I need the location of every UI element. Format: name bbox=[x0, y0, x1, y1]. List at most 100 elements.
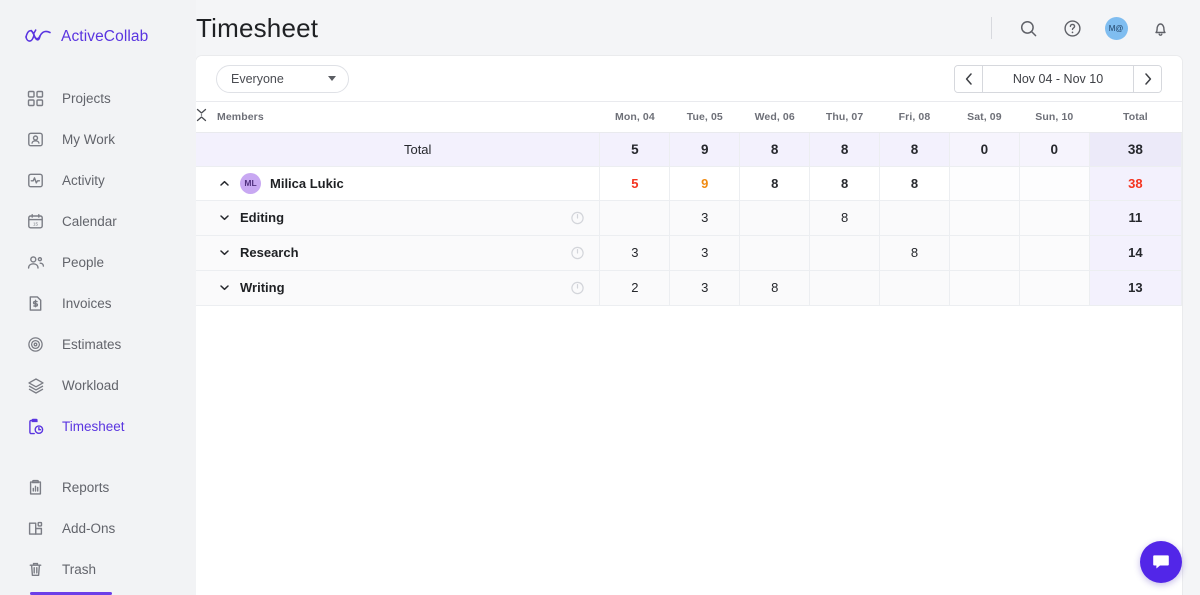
time-cell[interactable] bbox=[949, 270, 1020, 306]
invoice-icon bbox=[26, 294, 45, 313]
time-cell[interactable] bbox=[949, 166, 1020, 201]
sidebar-item-trash[interactable]: Trash bbox=[0, 549, 196, 590]
sidebar-item-people[interactable]: People bbox=[0, 242, 196, 283]
sidebar-item-activity[interactable]: Activity bbox=[0, 160, 196, 201]
time-cell[interactable]: 0 bbox=[949, 132, 1020, 167]
time-value: 3 bbox=[701, 280, 709, 295]
search-icon[interactable] bbox=[1011, 11, 1045, 45]
time-value: 8 bbox=[840, 175, 849, 191]
time-cell[interactable]: 3 bbox=[669, 200, 741, 236]
time-value: 8 bbox=[910, 245, 919, 260]
time-cell[interactable]: 9 bbox=[669, 166, 741, 201]
timesheet-card: Everyone Nov 04 - Nov 10 Members Mon, 04… bbox=[196, 56, 1182, 595]
sidebar-item-timesheet[interactable]: Timesheet bbox=[0, 406, 196, 447]
time-cell[interactable] bbox=[599, 200, 671, 236]
chevron-up-icon[interactable] bbox=[218, 178, 231, 189]
top-header: Timesheet M@ bbox=[196, 0, 1200, 56]
sidebar-item-projects[interactable]: Projects bbox=[0, 78, 196, 119]
time-cell[interactable] bbox=[739, 200, 811, 236]
page-title: Timesheet bbox=[196, 12, 319, 43]
sidebar-item-estimates[interactable]: Estimates bbox=[0, 324, 196, 365]
table-row[interactable]: Editing 3 8 11 bbox=[196, 200, 1182, 236]
time-cell[interactable]: 9 bbox=[669, 132, 741, 167]
time-cell[interactable] bbox=[739, 235, 811, 271]
time-cell[interactable]: 8 bbox=[739, 166, 811, 201]
time-cell[interactable]: 5 bbox=[599, 166, 671, 201]
time-cell[interactable]: 3 bbox=[599, 235, 671, 271]
table-row[interactable]: ML Milica Lukic 5 9 8 8 8 38 bbox=[196, 166, 1182, 201]
help-circle-icon[interactable] bbox=[1055, 11, 1089, 45]
svg-text:15: 15 bbox=[33, 221, 39, 226]
sidebar-item-label: Trash bbox=[62, 562, 97, 577]
day-header-sat: Sat, 09 bbox=[949, 102, 1020, 133]
time-cell[interactable]: 5 bbox=[599, 132, 671, 167]
member-row-label-cell: ML Milica Lukic bbox=[196, 166, 601, 201]
time-cell[interactable]: 8 bbox=[809, 200, 881, 236]
member-filter-value: Everyone bbox=[231, 71, 284, 86]
task-name: Editing bbox=[240, 210, 285, 225]
sidebar-item-add-ons[interactable]: Add-Ons bbox=[0, 508, 196, 549]
sidebar-item-invoices[interactable]: Invoices bbox=[0, 283, 196, 324]
prev-week-button[interactable] bbox=[955, 65, 983, 92]
time-cell[interactable] bbox=[809, 235, 881, 271]
avatar[interactable]: M@ bbox=[1099, 11, 1133, 45]
time-cell[interactable]: 8 bbox=[879, 166, 950, 201]
time-cell[interactable] bbox=[1019, 235, 1090, 271]
sidebar-item-label: Projects bbox=[62, 91, 111, 106]
sidebar-item-my-work[interactable]: My Work bbox=[0, 119, 196, 160]
layers-icon bbox=[26, 376, 45, 395]
sidebar-item-calendar[interactable]: 15 Calendar bbox=[0, 201, 196, 242]
reports-clipboard-icon bbox=[26, 478, 45, 497]
task-row-label-cell: Writing bbox=[196, 270, 601, 306]
chat-bubble-icon[interactable] bbox=[1140, 541, 1182, 583]
time-cell[interactable]: 3 bbox=[669, 235, 741, 271]
total-column-header: Total bbox=[1089, 102, 1182, 133]
header-divider bbox=[991, 17, 992, 39]
time-cell[interactable] bbox=[1019, 200, 1090, 236]
time-value: 3 bbox=[631, 245, 639, 260]
time-cell[interactable]: 8 bbox=[879, 235, 950, 271]
table-row[interactable]: Writing 2 3 8 13 bbox=[196, 270, 1182, 306]
time-cell[interactable]: 2 bbox=[599, 270, 671, 306]
time-cell[interactable]: 8 bbox=[739, 270, 811, 306]
time-cell[interactable]: 0 bbox=[1019, 132, 1090, 167]
brand-logo[interactable]: ActiveCollab bbox=[0, 0, 196, 56]
time-cell[interactable]: 3 bbox=[669, 270, 741, 306]
stopwatch-icon[interactable] bbox=[570, 245, 585, 260]
time-value: 8 bbox=[910, 175, 919, 191]
time-cell[interactable] bbox=[1019, 166, 1090, 201]
time-cell[interactable] bbox=[879, 270, 950, 306]
time-cell[interactable]: 8 bbox=[809, 132, 881, 167]
sidebar-item-label: Invoices bbox=[62, 296, 112, 311]
time-cell[interactable] bbox=[949, 235, 1020, 271]
sidebar-item-label: Estimates bbox=[62, 337, 122, 352]
timesheet-icon bbox=[26, 417, 45, 436]
time-cell[interactable] bbox=[949, 200, 1020, 236]
member-avatar: ML bbox=[240, 172, 261, 194]
chevron-down-icon[interactable] bbox=[218, 247, 231, 258]
day-header-wed: Wed, 06 bbox=[739, 102, 810, 133]
time-value: 8 bbox=[840, 141, 849, 157]
member-filter-select[interactable]: Everyone bbox=[216, 64, 349, 93]
time-cell[interactable] bbox=[879, 200, 950, 236]
collapse-expand-icon[interactable] bbox=[196, 108, 207, 125]
time-cell[interactable] bbox=[809, 270, 881, 306]
time-cell[interactable]: 8 bbox=[879, 132, 950, 167]
date-range-label[interactable]: Nov 04 - Nov 10 bbox=[983, 66, 1133, 92]
bell-icon[interactable] bbox=[1143, 11, 1177, 45]
next-week-button[interactable] bbox=[1133, 65, 1161, 92]
chevron-down-icon[interactable] bbox=[218, 282, 231, 293]
time-cell[interactable]: 8 bbox=[809, 166, 881, 201]
table-row[interactable]: Total 5 9 8 8 8 0 0 38 bbox=[196, 132, 1182, 167]
time-cell[interactable]: 8 bbox=[739, 132, 811, 167]
sidebar-item-workload[interactable]: Workload bbox=[0, 365, 196, 406]
sidebar-item-label: Calendar bbox=[62, 214, 117, 229]
stopwatch-icon[interactable] bbox=[570, 210, 585, 225]
time-cell[interactable] bbox=[1019, 270, 1090, 306]
member-name: Milica Lukic bbox=[270, 175, 344, 191]
table-header-row: Members Mon, 04 Tue, 05 Wed, 06 Thu, 07 … bbox=[196, 102, 1182, 133]
sidebar-item-reports[interactable]: Reports bbox=[0, 467, 196, 508]
stopwatch-icon[interactable] bbox=[570, 280, 585, 295]
chevron-down-icon[interactable] bbox=[218, 212, 231, 223]
table-row[interactable]: Research 3 3 8 14 bbox=[196, 235, 1182, 271]
